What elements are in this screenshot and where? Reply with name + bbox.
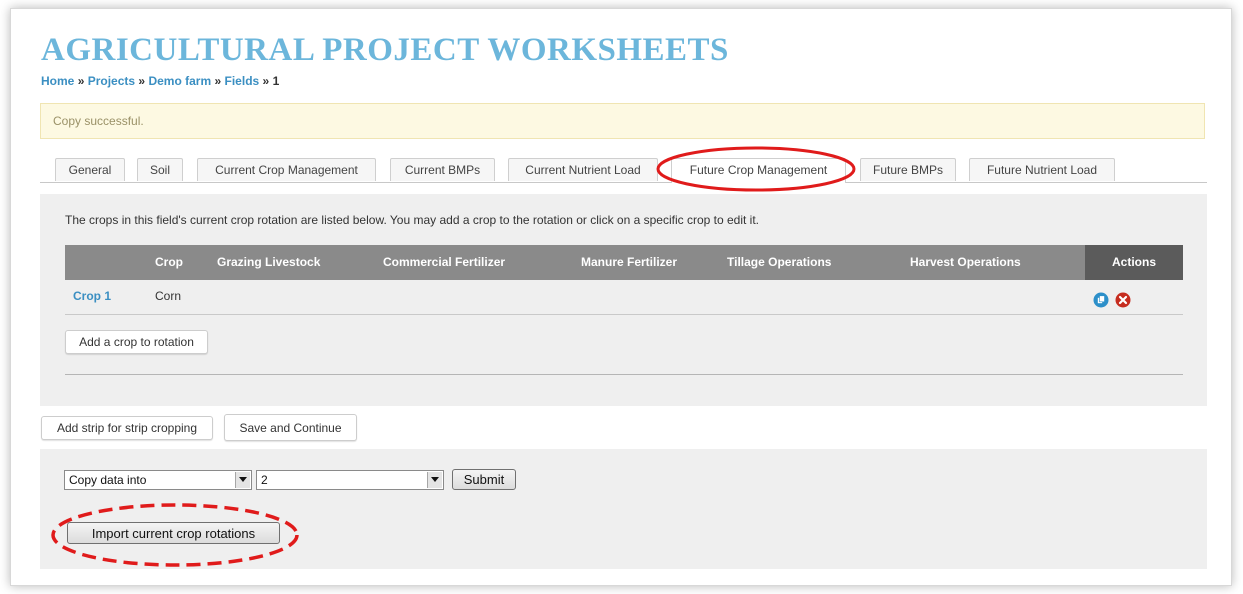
tab-future-bmps[interactable]: Future BMPs [860, 158, 956, 181]
col-grazing-livestock: Grazing Livestock [217, 255, 321, 269]
col-actions: Actions [1085, 245, 1183, 280]
tab-current-crop-management[interactable]: Current Crop Management [197, 158, 376, 181]
copy-panel: Copy data into 2 Submit Import current c… [40, 449, 1207, 569]
breadcrumb-separator: » [214, 74, 222, 88]
tab-future-crop-management[interactable]: Future Crop Management [671, 158, 846, 183]
col-tillage-operations: Tillage Operations [727, 255, 832, 269]
tab-future-nutrient-load[interactable]: Future Nutrient Load [969, 158, 1115, 181]
breadcrumb-current: 1 [272, 74, 280, 88]
tab-bar: General Soil Current Crop Management Cur… [40, 158, 1207, 183]
tab-current-bmps[interactable]: Current BMPs [390, 158, 495, 181]
breadcrumb-separator: » [138, 74, 146, 88]
col-crop: Crop [155, 255, 183, 269]
tab-general[interactable]: General [55, 158, 125, 181]
panel-divider [65, 374, 1183, 375]
breadcrumb: Home » Projects » Demo farm » Fields » 1 [41, 74, 279, 88]
chevron-down-icon[interactable] [235, 472, 250, 488]
col-manure-fertilizer: Manure Fertilizer [581, 255, 678, 269]
copy-target-select-value: 2 [261, 473, 268, 487]
tab-soil[interactable]: Soil [137, 158, 183, 181]
copy-icon[interactable] [1093, 288, 1109, 308]
table-header: Crop Grazing Livestock Commercial Fertil… [65, 245, 1183, 280]
rotation-intro-text: The crops in this field's current crop r… [65, 213, 759, 227]
crop-rotation-panel: The crops in this field's current crop r… [40, 194, 1207, 406]
breadcrumb-separator: » [77, 74, 85, 88]
add-crop-button[interactable]: Add a crop to rotation [65, 330, 208, 354]
breadcrumb-home[interactable]: Home [41, 74, 74, 88]
import-crop-rotations-button[interactable]: Import current crop rotations [67, 522, 280, 544]
crop-type-cell: Corn [155, 289, 182, 303]
save-continue-button[interactable]: Save and Continue [224, 414, 357, 441]
success-notice: Copy successful. [40, 103, 1205, 139]
col-harvest-operations: Harvest Operations [910, 255, 1021, 269]
copy-action-select-value: Copy data into [69, 473, 147, 487]
breadcrumb-farm[interactable]: Demo farm [148, 74, 211, 88]
copy-target-select[interactable]: 2 [256, 470, 444, 490]
breadcrumb-projects[interactable]: Projects [88, 74, 135, 88]
delete-icon[interactable] [1115, 288, 1131, 308]
table-row: Crop 1 Corn [65, 280, 1183, 315]
tab-current-nutrient-load[interactable]: Current Nutrient Load [508, 158, 658, 181]
breadcrumb-separator: » [262, 74, 270, 88]
chevron-down-icon[interactable] [427, 472, 442, 488]
copy-action-select[interactable]: Copy data into [64, 470, 252, 490]
crop-rotation-table: Crop Grazing Livestock Commercial Fertil… [65, 245, 1183, 315]
col-commercial-fertilizer: Commercial Fertilizer [383, 255, 506, 269]
submit-button[interactable]: Submit [452, 469, 516, 490]
breadcrumb-fields[interactable]: Fields [225, 74, 260, 88]
page-title: AGRICULTURAL PROJECT WORKSHEETS [41, 32, 729, 68]
add-strip-button[interactable]: Add strip for strip cropping [41, 416, 213, 440]
crop-1-link[interactable]: Crop 1 [73, 280, 111, 313]
